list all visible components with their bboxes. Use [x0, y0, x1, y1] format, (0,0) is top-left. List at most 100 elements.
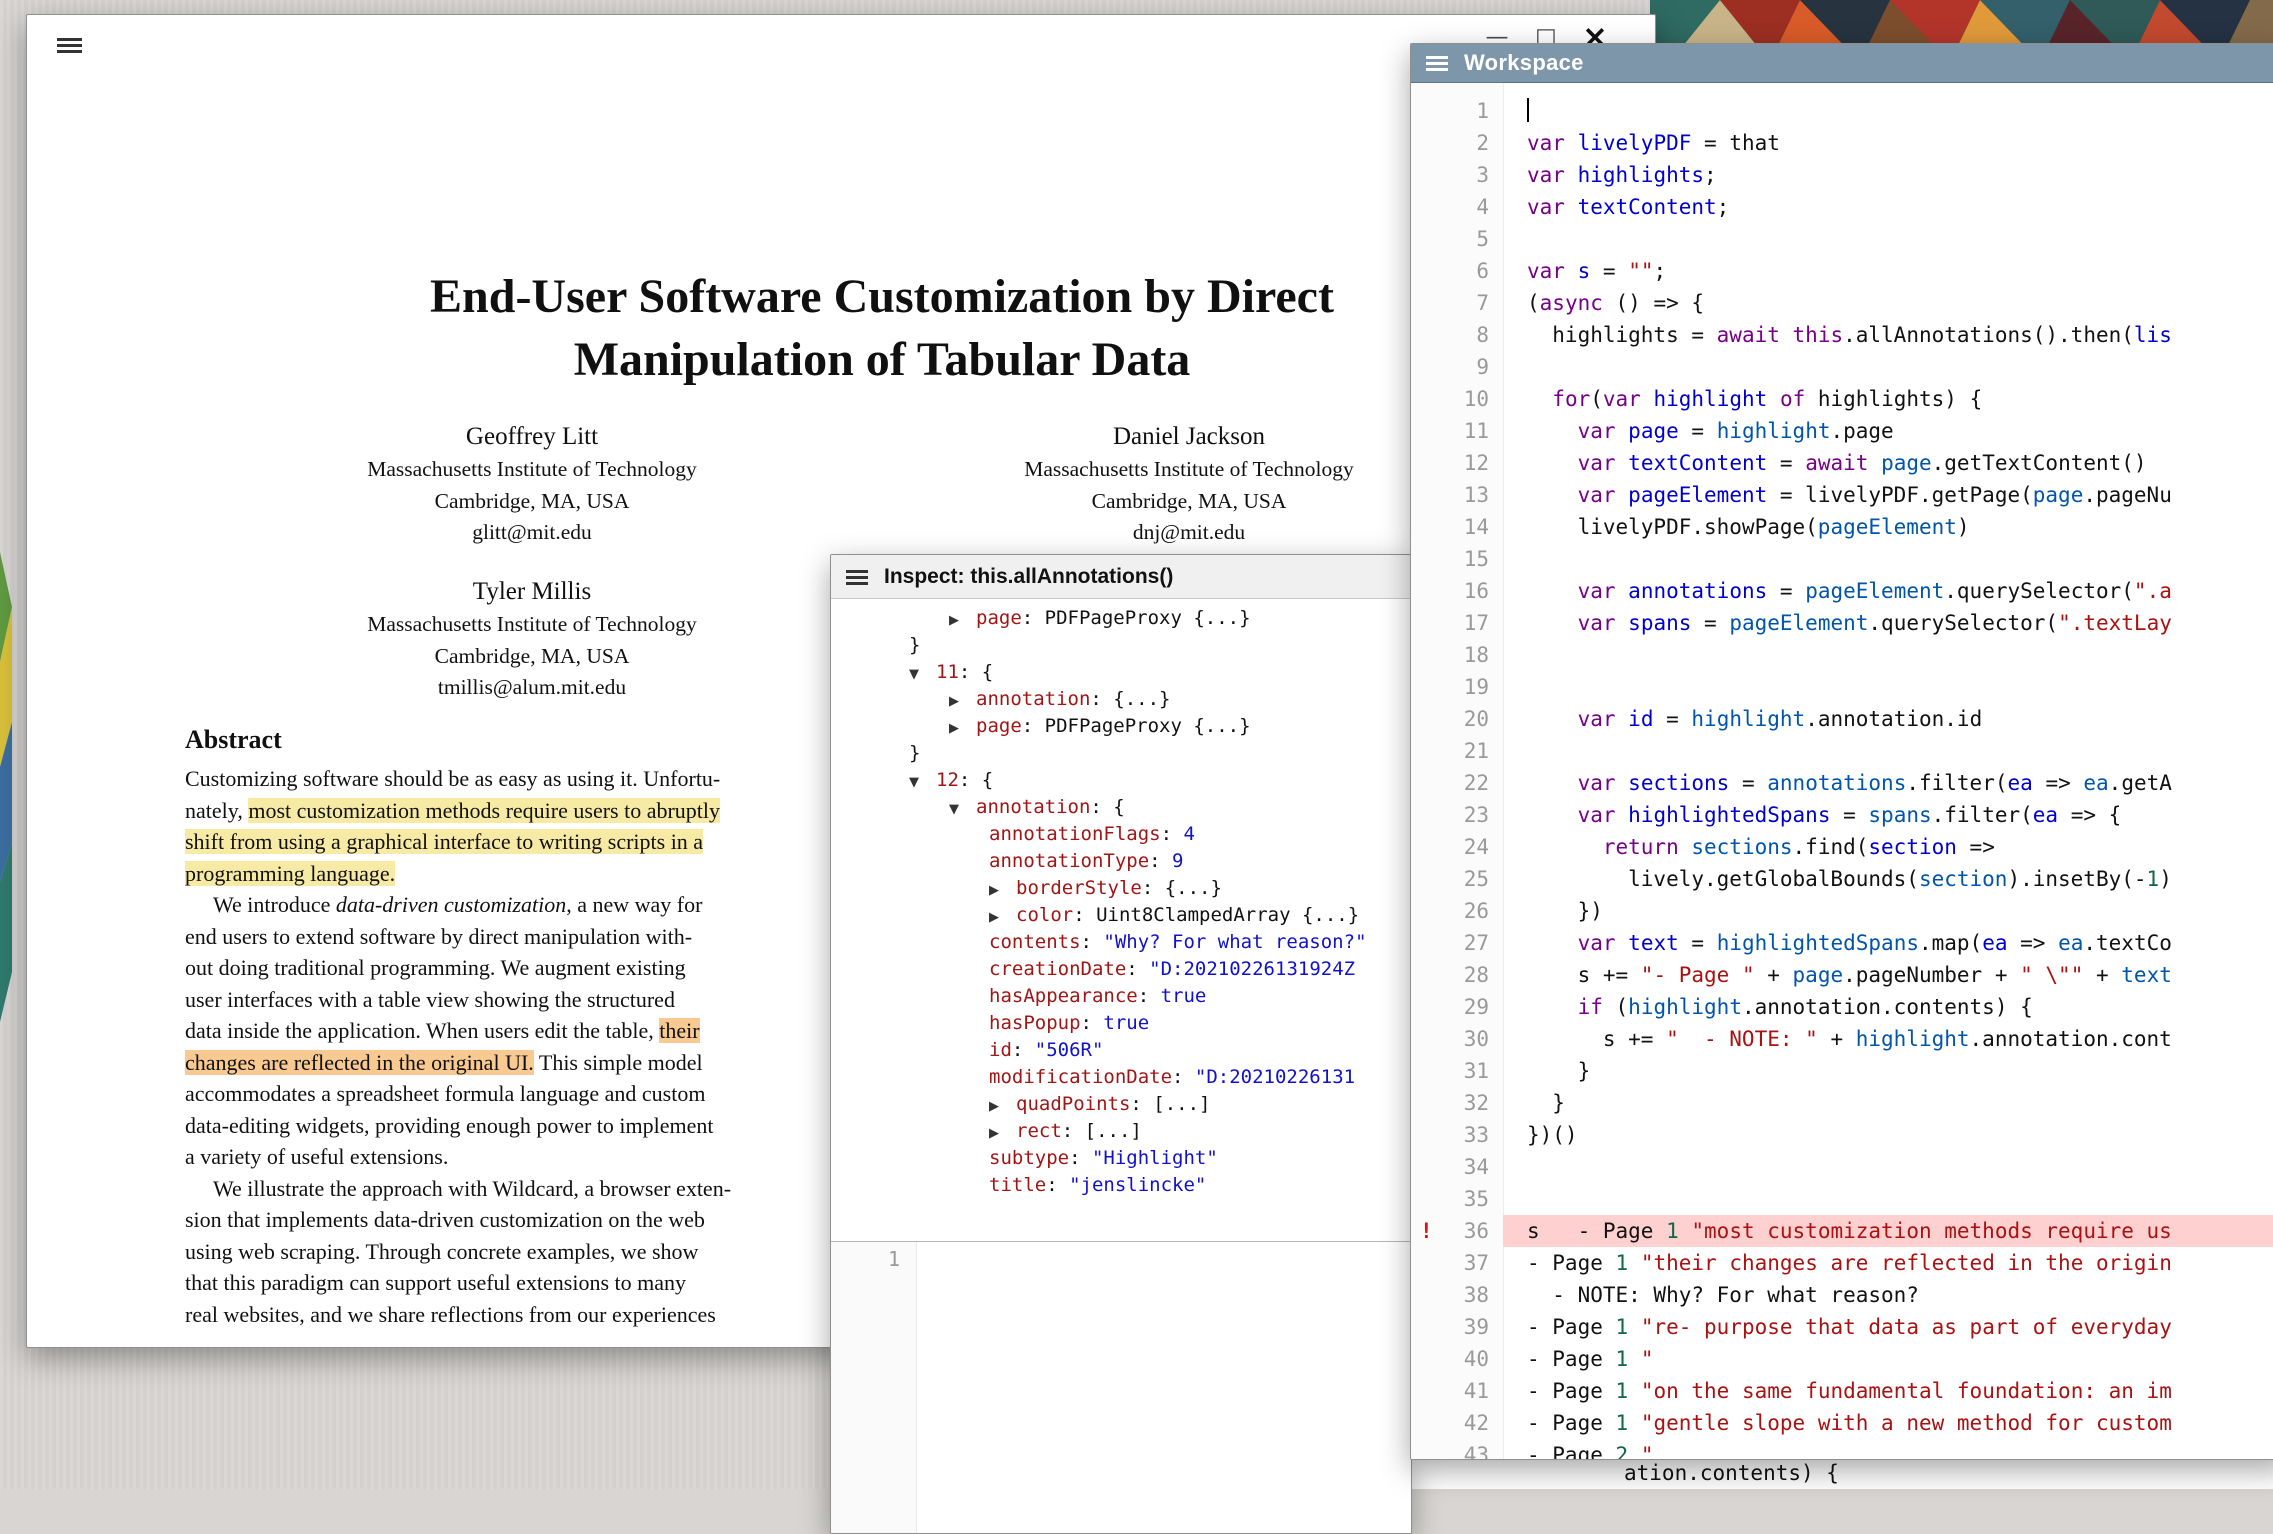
pdf-highlight-annotation[interactable]: programming language.: [185, 861, 395, 886]
inspector-row[interactable]: id: "506R": [831, 1037, 1411, 1064]
code-line-text[interactable]: - Page 1 ": [1503, 1343, 2273, 1375]
code-line-text[interactable]: - Page 1 "gentle slope with a new method…: [1503, 1407, 2273, 1439]
code-line[interactable]: 26 }): [1411, 895, 2273, 927]
code-line-text[interactable]: - Page 2 ": [1503, 1439, 2273, 1459]
code-line-text[interactable]: [1503, 1183, 2273, 1215]
code-line[interactable]: 12 var textContent = await page.getTextC…: [1411, 447, 2273, 479]
code-line-text[interactable]: })(): [1503, 1119, 2273, 1151]
code-line-text[interactable]: [1503, 223, 2273, 255]
hamburger-menu-icon[interactable]: [846, 569, 868, 585]
expand-arrow-icon[interactable]: ▶: [949, 688, 976, 715]
code-line[interactable]: 4var textContent;: [1411, 191, 2273, 223]
code-line[interactable]: 9: [1411, 351, 2273, 383]
hamburger-menu-icon[interactable]: [57, 37, 82, 53]
code-line[interactable]: 33})(): [1411, 1119, 2273, 1151]
code-line[interactable]: 42- Page 1 "gentle slope with a new meth…: [1411, 1407, 2273, 1439]
code-line-text[interactable]: var pageElement = livelyPDF.getPage(page…: [1503, 479, 2273, 511]
pdf-highlight-annotation[interactable]: most customization methods require users…: [248, 798, 720, 823]
inspector-row[interactable]: contents: "Why? For what reason?": [831, 929, 1411, 956]
code-line[interactable]: !36s - Page 1 "most customization method…: [1411, 1215, 2273, 1247]
inspector-row[interactable]: hasPopup: true: [831, 1010, 1411, 1037]
code-line[interactable]: 15: [1411, 543, 2273, 575]
code-line[interactable]: 8 highlights = await this.allAnnotations…: [1411, 319, 2273, 351]
inspector-row[interactable]: ▶quadPoints: [...]: [831, 1091, 1411, 1118]
expand-arrow-icon[interactable]: ▶: [989, 904, 1016, 931]
workspace-titlebar[interactable]: Workspace: [1411, 44, 2273, 83]
code-line[interactable]: 18: [1411, 639, 2273, 671]
code-line-text[interactable]: var annotations = pageElement.querySelec…: [1503, 575, 2273, 607]
code-line[interactable]: 13 var pageElement = livelyPDF.getPage(p…: [1411, 479, 2273, 511]
code-line[interactable]: 24 return sections.find(section =>: [1411, 831, 2273, 863]
code-line-text[interactable]: for(var highlight of highlights) {: [1503, 383, 2273, 415]
code-line[interactable]: 19: [1411, 671, 2273, 703]
code-line[interactable]: 41- Page 1 "on the same fundamental foun…: [1411, 1375, 2273, 1407]
inspector-row[interactable]: creationDate: "D:20210226131924Z: [831, 956, 1411, 983]
code-line[interactable]: 28 s += "- Page " + page.pageNumber + " …: [1411, 959, 2273, 991]
code-line-text[interactable]: - Page 1 "their changes are reflected in…: [1503, 1247, 2273, 1279]
inspector-row[interactable]: title: "jenslincke": [831, 1172, 1411, 1199]
code-line-text[interactable]: }: [1503, 1055, 2273, 1087]
code-line[interactable]: 34: [1411, 1151, 2273, 1183]
inspector-row[interactable]: }: [831, 740, 1411, 767]
code-line-text[interactable]: return sections.find(section =>: [1503, 831, 2273, 863]
pdf-highlight-annotation[interactable]: shift from using a graphical interface t…: [185, 829, 703, 854]
hamburger-menu-icon[interactable]: [1426, 55, 1448, 71]
code-line[interactable]: 31 }: [1411, 1055, 2273, 1087]
code-line[interactable]: 30 s += " - NOTE: " + highlight.annotati…: [1411, 1023, 2273, 1055]
collapse-arrow-icon[interactable]: ▼: [949, 796, 976, 823]
expand-arrow-icon[interactable]: ▶: [949, 715, 976, 742]
pdf-highlight-annotation[interactable]: changes are reflected in the original UI…: [185, 1050, 534, 1075]
code-line-text[interactable]: lively.getGlobalBounds(section).insetBy(…: [1503, 863, 2273, 895]
code-line-text[interactable]: var textContent = await page.getTextCont…: [1503, 447, 2273, 479]
code-line[interactable]: 3var highlights;: [1411, 159, 2273, 191]
code-line-text[interactable]: s += "- Page " + page.pageNumber + " \""…: [1503, 959, 2273, 991]
inspector-titlebar[interactable]: Inspect: this.allAnnotations(): [831, 555, 1411, 599]
code-line[interactable]: 7(async () => {: [1411, 287, 2273, 319]
code-line[interactable]: 10 for(var highlight of highlights) {: [1411, 383, 2273, 415]
pdf-highlight-annotation[interactable]: their: [659, 1018, 699, 1043]
code-line[interactable]: 21: [1411, 735, 2273, 767]
inspector-row[interactable]: ▼12: {: [831, 767, 1411, 794]
code-line-text[interactable]: s += " - NOTE: " + highlight.annotation.…: [1503, 1023, 2273, 1055]
code-line[interactable]: 32 }: [1411, 1087, 2273, 1119]
collapse-arrow-icon[interactable]: ▼: [909, 769, 936, 796]
inspector-row[interactable]: ▶borderStyle: {...}: [831, 875, 1411, 902]
code-line[interactable]: 16 var annotations = pageElement.querySe…: [1411, 575, 2273, 607]
inspector-row[interactable]: ▶page: PDFPageProxy {...}: [831, 605, 1411, 632]
code-line-text[interactable]: [1503, 95, 2273, 127]
code-line-text[interactable]: livelyPDF.showPage(pageElement): [1503, 511, 2273, 543]
code-line[interactable]: 23 var highlightedSpans = spans.filter(e…: [1411, 799, 2273, 831]
code-line-text[interactable]: var text = highlightedSpans.map(ea => ea…: [1503, 927, 2273, 959]
code-line[interactable]: 29 if (highlight.annotation.contents) {: [1411, 991, 2273, 1023]
code-line-text[interactable]: var textContent;: [1503, 191, 2273, 223]
inspector-row[interactable]: ▼annotation: {: [831, 794, 1411, 821]
inspector-row[interactable]: ▼11: {: [831, 659, 1411, 686]
code-line-text[interactable]: var s = "";: [1503, 255, 2273, 287]
code-line-text[interactable]: if (highlight.annotation.contents) {: [1503, 991, 2273, 1023]
inspector-editor-pane[interactable]: 1: [831, 1241, 1411, 1533]
code-line-text[interactable]: - Page 1 "re- purpose that data as part …: [1503, 1311, 2273, 1343]
code-line-text[interactable]: var page = highlight.page: [1503, 415, 2273, 447]
code-line-text[interactable]: - Page 1 "on the same fundamental founda…: [1503, 1375, 2273, 1407]
code-line-text[interactable]: }: [1503, 1087, 2273, 1119]
code-line-text[interactable]: var highlightedSpans = spans.filter(ea =…: [1503, 799, 2273, 831]
code-line[interactable]: 14 livelyPDF.showPage(pageElement): [1411, 511, 2273, 543]
code-line[interactable]: 38 - NOTE: Why? For what reason?: [1411, 1279, 2273, 1311]
code-line[interactable]: 37- Page 1 "their changes are reflected …: [1411, 1247, 2273, 1279]
code-line[interactable]: 1: [1411, 95, 2273, 127]
expand-arrow-icon[interactable]: ▶: [949, 607, 976, 634]
code-editor[interactable]: 12var livelyPDF = that3var highlights;4v…: [1411, 83, 2273, 1459]
code-line[interactable]: 40- Page 1 ": [1411, 1343, 2273, 1375]
code-line[interactable]: 25 lively.getGlobalBounds(section).inset…: [1411, 863, 2273, 895]
code-line[interactable]: 2var livelyPDF = that: [1411, 127, 2273, 159]
code-line-text[interactable]: }): [1503, 895, 2273, 927]
inspector-row[interactable]: annotationFlags: 4: [831, 821, 1411, 848]
expand-arrow-icon[interactable]: ▶: [989, 1120, 1016, 1147]
code-line-text[interactable]: var livelyPDF = that: [1503, 127, 2273, 159]
code-line-text[interactable]: var sections = annotations.filter(ea => …: [1503, 767, 2273, 799]
code-line[interactable]: 39- Page 1 "re- purpose that data as par…: [1411, 1311, 2273, 1343]
inspector-row[interactable]: }: [831, 632, 1411, 659]
code-line[interactable]: 5: [1411, 223, 2273, 255]
code-line-text[interactable]: [1503, 639, 2273, 671]
code-line[interactable]: 43- Page 2 ": [1411, 1439, 2273, 1459]
